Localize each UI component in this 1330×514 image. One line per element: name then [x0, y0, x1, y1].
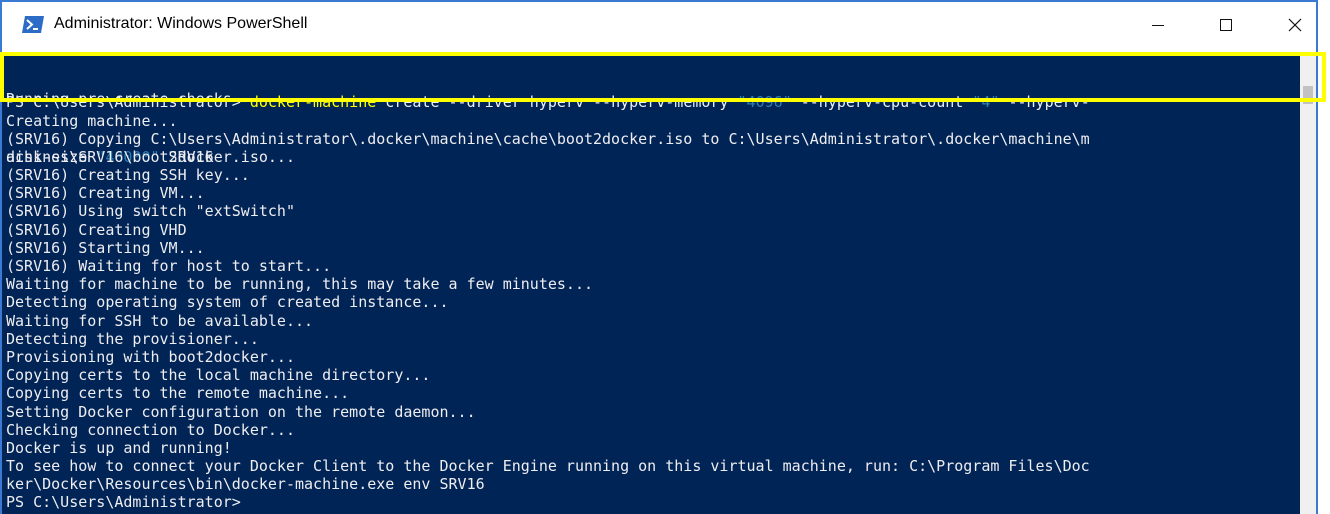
highlight-box: [0, 52, 1326, 102]
maximize-button[interactable]: [1206, 10, 1246, 40]
console-line: Detecting the provisioner...: [6, 329, 259, 348]
console-output[interactable]: PS C:\Users\Administrator> docker-machin…: [2, 54, 1300, 514]
minimize-icon: [1152, 25, 1164, 26]
console-line: Checking connection to Docker...: [6, 420, 295, 439]
console-line: (SRV16) Starting VM...: [6, 238, 205, 257]
console-line: Waiting for SSH to be available...: [6, 311, 314, 330]
console-line: (SRV16) Creating VM...: [6, 184, 205, 203]
console-line: Docker is up and running!: [6, 438, 232, 457]
console-line: PS C:\Users\Administrator>: [6, 493, 241, 512]
window-title: Administrator: Windows PowerShell: [54, 15, 308, 32]
console-line: achines\SRV16\boot2docker.iso...: [6, 147, 295, 166]
close-button[interactable]: [1275, 10, 1315, 40]
console-line: (SRV16) Creating VHD: [6, 220, 187, 239]
console-line: ker\Docker\Resources\bin\docker-machine.…: [6, 475, 485, 494]
console-line: Copying certs to the remote machine...: [6, 384, 350, 403]
console-line: Setting Docker configuration on the remo…: [6, 402, 476, 421]
output-lines: Creating machine... (SRV16) Copying C:\Us…: [6, 112, 1090, 512]
console-line: (SRV16) Creating SSH key...: [6, 166, 250, 185]
console-line: (SRV16) Using switch "extSwitch": [6, 202, 295, 221]
close-icon: [1288, 18, 1302, 32]
console-line: To see how to connect your Docker Client…: [6, 457, 1090, 476]
powershell-icon: [22, 16, 44, 33]
vertical-scrollbar[interactable]: [1300, 54, 1316, 514]
console-line: Detecting operating system of created in…: [6, 293, 449, 312]
minimize-button[interactable]: [1138, 10, 1178, 40]
console-line: Provisioning with boot2docker...: [6, 347, 295, 366]
console-line: Waiting for machine to be running, this …: [6, 275, 593, 294]
maximize-icon: [1220, 19, 1232, 31]
console-line: Copying certs to the local machine direc…: [6, 366, 431, 385]
console-line: (SRV16) Copying C:\Users\Administrator\.…: [6, 129, 1090, 148]
console-line: Creating machine...: [6, 111, 178, 130]
title-bar[interactable]: Administrator: Windows PowerShell: [2, 2, 1316, 48]
console-line: (SRV16) Waiting for host to start...: [6, 257, 332, 275]
